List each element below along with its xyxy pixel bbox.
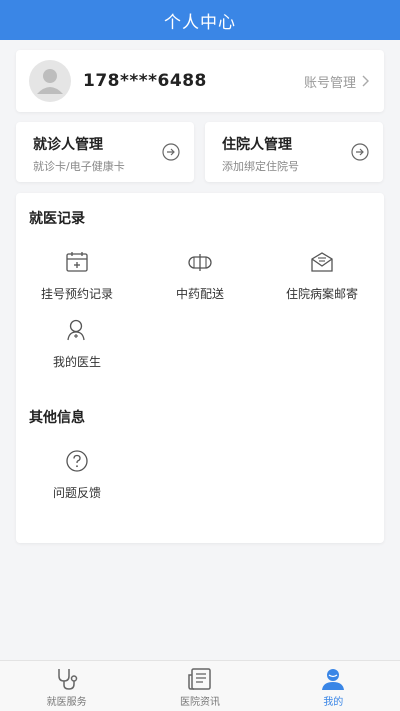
tab-mine[interactable]: 我的 [267, 661, 400, 711]
chevron-right-icon [362, 75, 369, 87]
herbal-delivery-item[interactable]: 中药配送 [140, 249, 260, 302]
patient-manage-card[interactable]: 就诊人管理 就诊卡/电子健康卡 [16, 122, 194, 182]
stethoscope-icon [57, 669, 77, 690]
arrow-circle-right-icon [351, 143, 369, 161]
account-manage-link[interactable]: 账号管理 [304, 72, 370, 91]
records-card: 就医记录 挂号预约记录 中药配送 住院病案邮寄 我的医生 其他信息 问题反馈 [16, 193, 384, 543]
inpatient-manage-card[interactable]: 住院人管理 添加绑定住院号 [205, 122, 383, 182]
news-icon [188, 668, 211, 690]
bottom-tab-bar: 就医服务 医院资讯 我的 [0, 660, 400, 711]
page-title: 个人中心 [164, 12, 236, 33]
my-doctor-label: 我的医生 [52, 355, 101, 369]
records-section-title: 就医记录 [29, 211, 85, 227]
user-icon [322, 669, 345, 690]
calendar-plus-icon [66, 252, 88, 272]
tab-medical-service[interactable]: 就医服务 [0, 661, 133, 711]
tab-hospital-news[interactable]: 医院资讯 [133, 661, 266, 711]
feedback-item[interactable]: 问题反馈 [17, 448, 137, 501]
top-bar: 个人中心 [0, 0, 400, 40]
medical-record-mail-item[interactable]: 住院病案邮寄 [262, 249, 382, 302]
doctor-icon [67, 319, 85, 341]
feedback-label: 问题反馈 [52, 486, 101, 500]
medical-record-mail-label: 住院病案邮寄 [285, 287, 358, 301]
my-doctor-item[interactable]: 我的医生 [17, 317, 137, 370]
arrow-circle-right-icon [162, 143, 180, 161]
profile-card[interactable]: 178****6488 账号管理 [16, 50, 384, 112]
question-icon [66, 450, 88, 472]
other-section-title: 其他信息 [29, 410, 85, 426]
tab-medical-service-label: 就医服务 [46, 697, 87, 708]
account-manage-label: 账号管理 [303, 75, 356, 91]
tab-mine-label: 我的 [323, 697, 344, 708]
herb-capsule-icon [188, 254, 212, 271]
user-phone: 178****6488 [83, 71, 207, 91]
avatar[interactable] [29, 60, 71, 102]
appointment-records-label: 挂号预约记录 [40, 287, 113, 301]
herbal-delivery-label: 中药配送 [175, 287, 224, 301]
mail-envelope-icon [311, 252, 333, 272]
avatar-icon [37, 69, 63, 94]
appointment-records-item[interactable]: 挂号预约记录 [17, 249, 137, 302]
tab-hospital-news-label: 医院资讯 [179, 697, 220, 708]
